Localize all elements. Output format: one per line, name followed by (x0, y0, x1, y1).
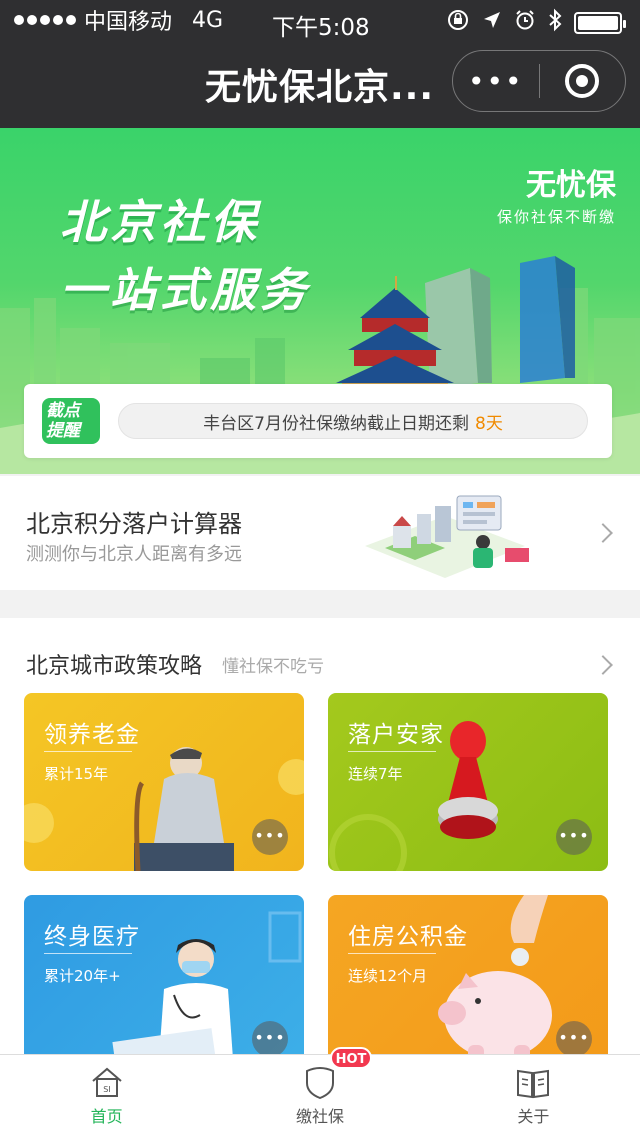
bluetooth-icon (548, 8, 562, 37)
banner-headline-1: 北京社保 (60, 195, 260, 249)
calculator-title: 北京积分落户计算器 (26, 510, 242, 538)
card-more-button[interactable]: ••• (252, 1021, 288, 1054)
deadline-reminder-badge: 截点 提醒 (42, 398, 100, 444)
top-bar: 中国移动 4G 下午5:08 无忧保北京... ••• (0, 0, 640, 128)
policy-subtitle: 懂社保不吃亏 (222, 657, 324, 677)
brand-logo: 无忧保 保你社保不断缴 (497, 160, 616, 227)
card-description: 累计20年+ (44, 967, 121, 985)
close-button[interactable] (540, 64, 626, 98)
tab-label: 缴社保 (295, 1107, 344, 1126)
alarm-icon (514, 9, 536, 36)
deadline-notice[interactable]: 截点 提醒 丰台区7月份社保缴纳截止日期还剩 8天 (24, 384, 612, 458)
policy-card-housing-fund[interactable]: 住房公积金 连续12个月 ••• (328, 895, 608, 1054)
card-more-button[interactable]: ••• (556, 819, 592, 855)
brand-name: 无忧保 (526, 168, 616, 203)
policy-title: 北京城市政策攻略 (26, 654, 203, 679)
card-title: 终身医疗 (44, 924, 140, 950)
book-icon (517, 1069, 550, 1099)
card-title: 领养老金 (44, 722, 140, 748)
banner-headline-2: 一站式服务 (60, 263, 310, 317)
card-more-button[interactable]: ••• (556, 1021, 592, 1054)
tab-label: 关于 (517, 1107, 550, 1126)
calculator-subtitle: 测测你与北京人距离有多远 (26, 544, 242, 565)
card-more-button[interactable]: ••• (252, 819, 288, 855)
card-divider (348, 953, 436, 954)
card-description: 累计15年 (44, 765, 109, 783)
tab-home[interactable]: SI 首页 (0, 1055, 213, 1136)
bottom-tab-bar: SI 首页 缴社保 关于 HOT (0, 1047, 640, 1136)
card-description: 连续7年 (348, 765, 403, 783)
policy-card-medical[interactable]: 终身医疗 累计20年+ ••• (24, 895, 304, 1054)
card-divider (44, 751, 132, 752)
close-icon (565, 64, 600, 98)
home-icon: SI (92, 1067, 122, 1097)
policy-more-chevron-icon[interactable] (593, 655, 613, 675)
tab-about[interactable]: 关于 (427, 1055, 640, 1136)
mini-program-capsule: ••• (452, 50, 626, 112)
shield-icon (305, 1067, 334, 1099)
more-button[interactable]: ••• (453, 65, 539, 98)
policy-card-pension[interactable]: 领养老金 累计15年 ••• (24, 693, 304, 871)
status-time: 下午5:08 (272, 15, 370, 41)
carrier-label: 中国移动 (84, 10, 173, 35)
brand-slogan: 保你社保不断缴 (496, 208, 616, 226)
calculator-chevron-icon (593, 523, 613, 543)
points-calculator-card[interactable]: 北京积分落户计算器 测测你与北京人距离有多远 (0, 476, 640, 590)
tab-pay-social-security[interactable]: 缴社保 (213, 1055, 426, 1136)
deadline-text: 丰台区7月份社保缴纳截止日期还剩 (203, 413, 469, 434)
policy-section: 北京城市政策攻略 懂社保不吃亏 领养老金 累计15年 ••• 落户安家 连续7年 (0, 618, 640, 1054)
rotation-lock-icon (446, 8, 470, 37)
status-bar: 中国移动 4G 下午5:08 (0, 0, 640, 41)
network-label: 4G (192, 7, 224, 33)
status-icons (446, 8, 626, 37)
battery-icon (574, 11, 626, 34)
deadline-days: 8天 (475, 413, 503, 434)
tab-label: 首页 (90, 1107, 123, 1126)
deadline-text-pill: 丰台区7月份社保缴纳截止日期还剩 8天 (118, 403, 588, 439)
hero-banner[interactable]: 北京社保 一站式服务 无忧保 保你社保不断缴 截点 提醒 丰台区7月份社保缴纳截… (0, 128, 640, 474)
city-map-illustration (365, 495, 529, 578)
card-title: 落户安家 (348, 722, 444, 748)
signal-icon (14, 15, 76, 25)
badge-line-2: 提醒 (46, 421, 80, 441)
card-description: 连续12个月 (348, 967, 428, 985)
badge-line-1: 截点 (46, 401, 80, 421)
hot-badge: HOT (330, 1047, 372, 1069)
card-divider (348, 751, 436, 752)
page-title: 无忧保北京... (205, 67, 435, 108)
policy-card-settlement[interactable]: 落户安家 连续7年 ••• (328, 693, 608, 871)
location-icon (482, 10, 502, 35)
home-icon-text: SI (103, 1085, 110, 1094)
card-title: 住房公积金 (348, 924, 468, 950)
card-divider (44, 953, 132, 954)
